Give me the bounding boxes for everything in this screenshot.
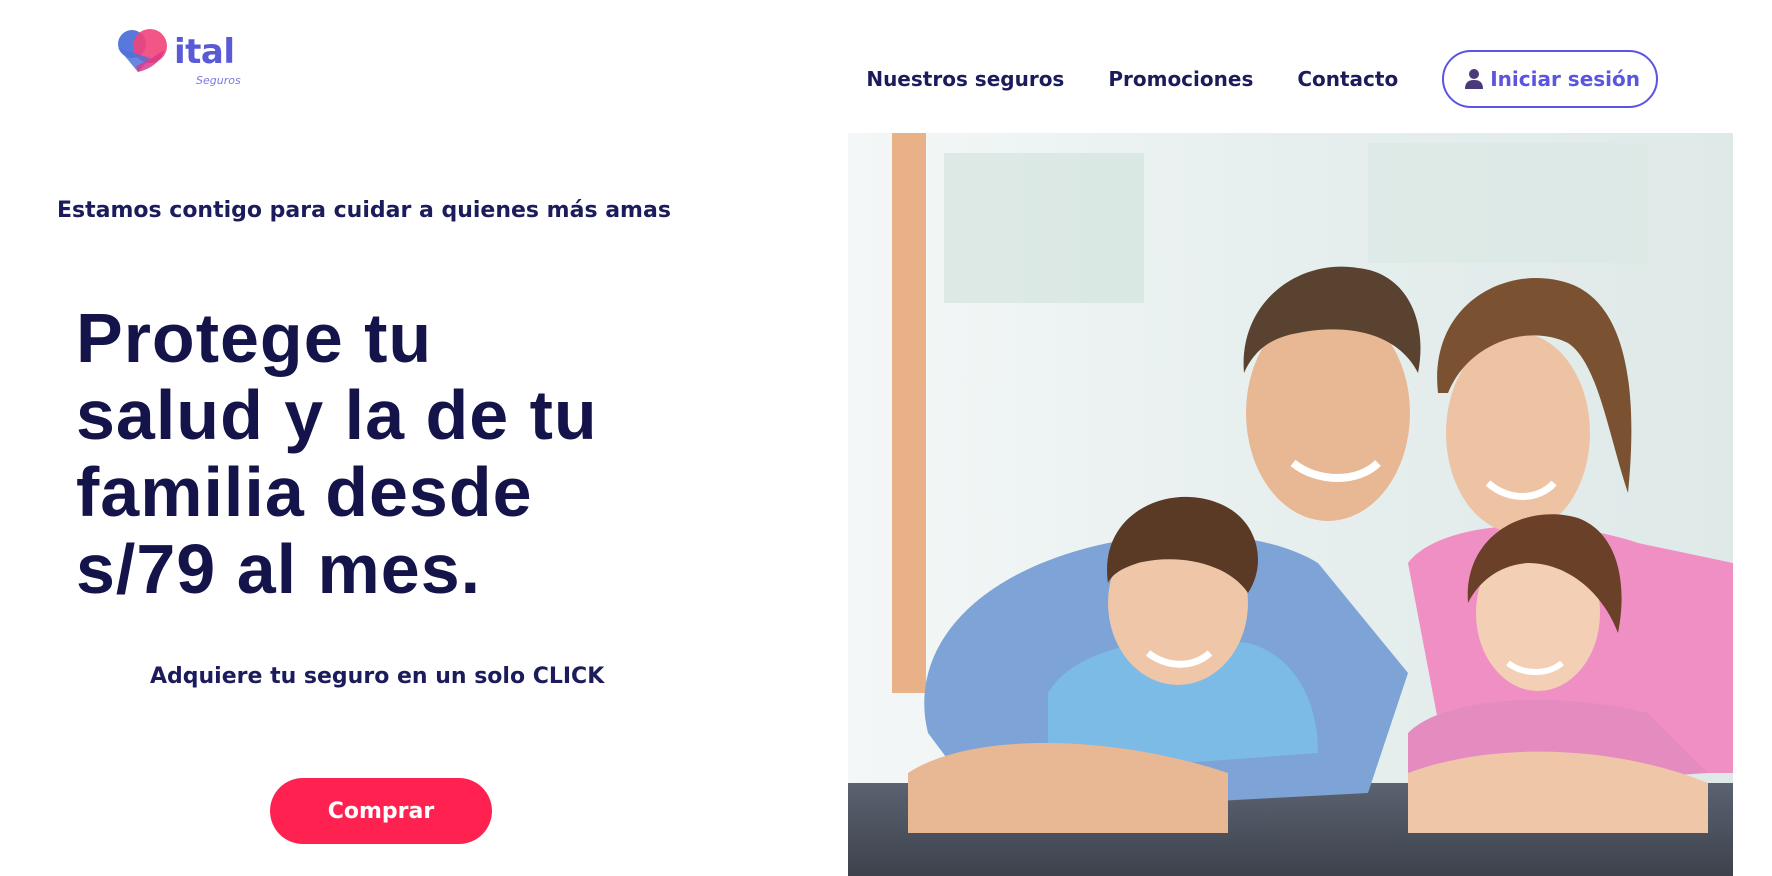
main-nav: Nuestros seguros Promociones Contacto In… xyxy=(866,50,1658,108)
nav-link-contacto[interactable]: Contacto xyxy=(1297,67,1398,91)
brand-logo[interactable]: ital Seguros xyxy=(116,26,246,88)
user-icon xyxy=(1465,69,1484,89)
family-photo xyxy=(848,133,1733,876)
family-illustration xyxy=(848,133,1733,876)
login-label: Iniciar sesión xyxy=(1490,67,1640,91)
nav-link-nuestros-seguros[interactable]: Nuestros seguros xyxy=(866,67,1064,91)
brand-subtitle: Seguros xyxy=(196,74,241,87)
nav-link-promociones[interactable]: Promociones xyxy=(1108,67,1253,91)
headline-line: familia desde xyxy=(76,453,533,531)
headline-line: s/79 al mes. xyxy=(76,530,482,608)
headline-line: Protege tu xyxy=(76,299,433,377)
headline-line: salud y la de tu xyxy=(76,376,598,454)
heart-logo-icon xyxy=(118,29,167,72)
comprar-button[interactable]: Comprar xyxy=(270,778,492,844)
hero-tagline: Estamos contigo para cuidar a quienes má… xyxy=(57,198,671,223)
hero-headline: Protege tu salud y la de tu familia desd… xyxy=(76,300,776,608)
comprar-label: Comprar xyxy=(327,798,435,824)
hero-subline: Adquiere tu seguro en un solo CLICK xyxy=(150,664,605,689)
login-button[interactable]: Iniciar sesión xyxy=(1442,50,1658,108)
brand-name: ital xyxy=(174,32,235,72)
